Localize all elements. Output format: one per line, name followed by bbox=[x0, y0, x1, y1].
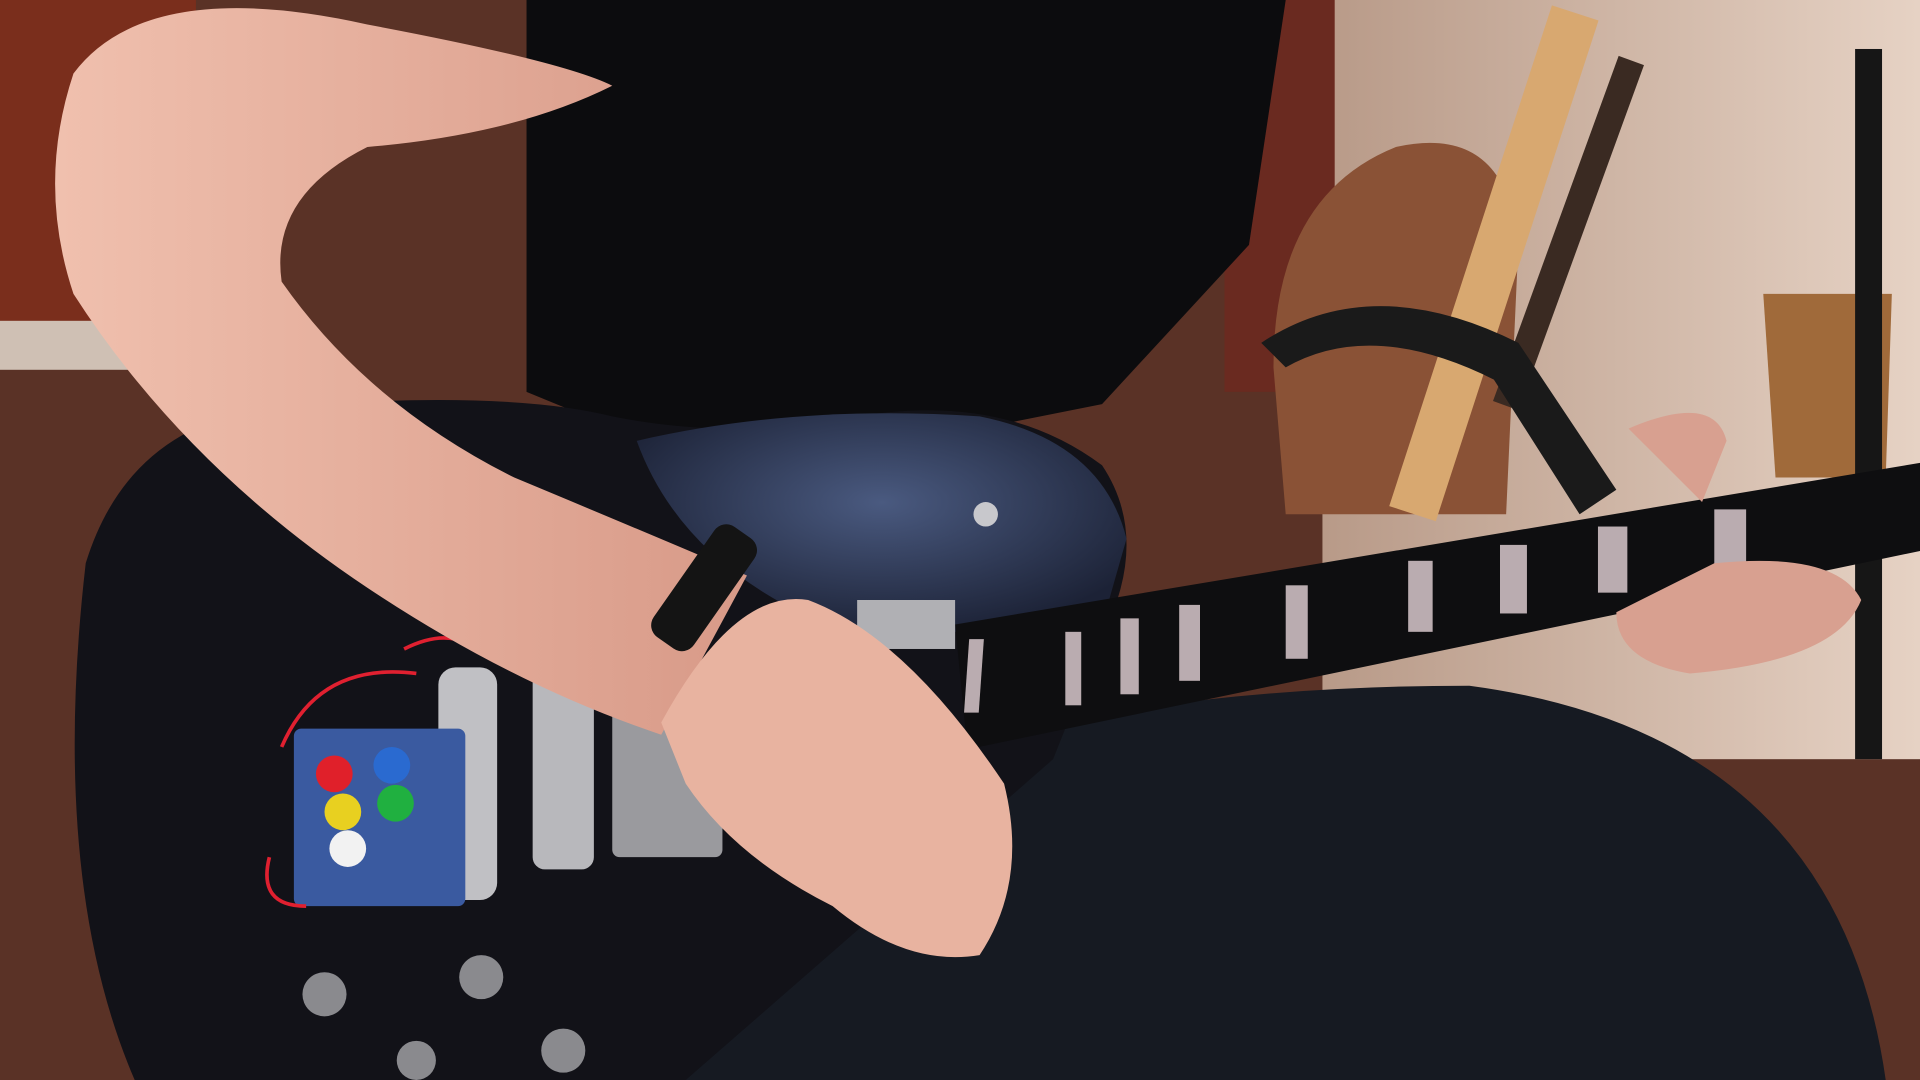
button-white bbox=[329, 830, 367, 867]
button-red bbox=[315, 755, 353, 793]
button-green bbox=[377, 784, 414, 822]
toggle-switch bbox=[973, 502, 998, 527]
button-yellow bbox=[324, 793, 362, 831]
button-blue bbox=[373, 746, 411, 784]
guitar-photo-scene bbox=[0, 0, 1920, 1080]
stand-leg bbox=[1855, 48, 1883, 760]
